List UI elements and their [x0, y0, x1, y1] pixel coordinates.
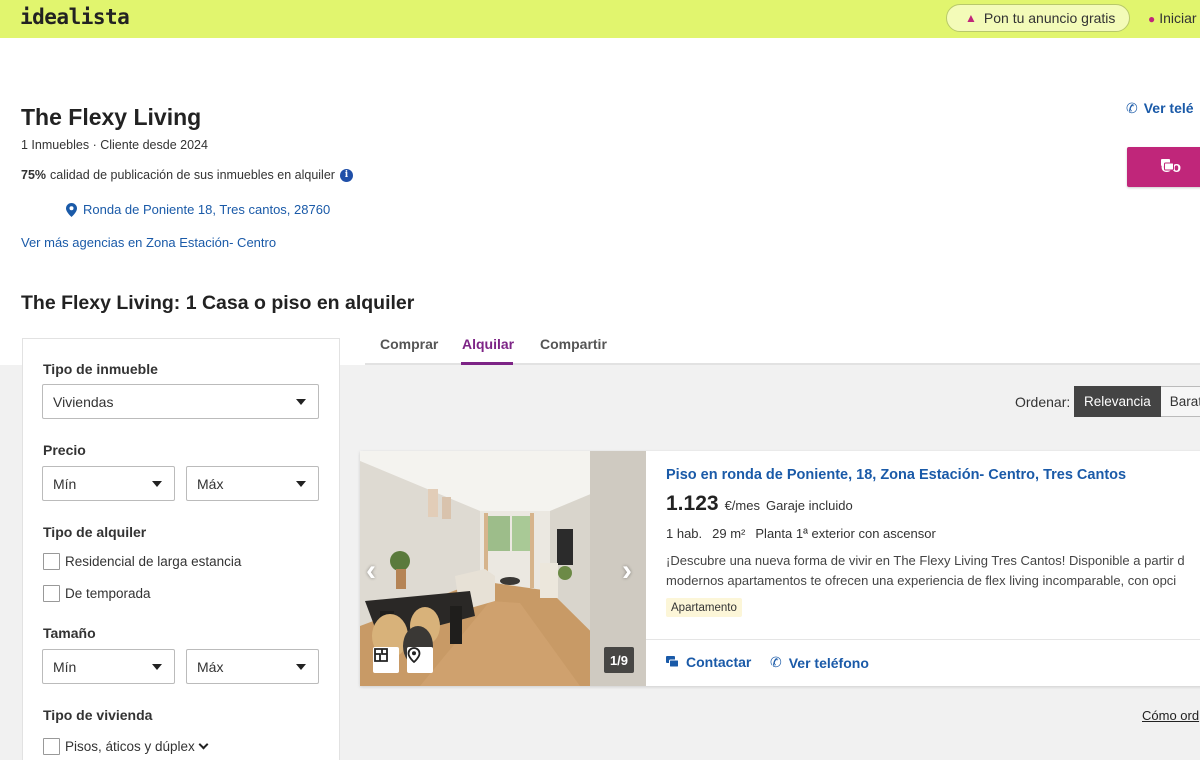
rental-option-long-stay[interactable]: Residencial de larga estancia — [43, 553, 241, 570]
price-max-value: Máx — [197, 475, 224, 492]
detail-floor: Planta 1ª exterior con ascensor — [755, 526, 936, 541]
property-type-tag: Apartamento — [666, 598, 742, 617]
checkbox[interactable] — [43, 738, 60, 755]
property-type-value: Viviendas — [53, 393, 114, 410]
agency-address-link[interactable]: Ronda de Poniente 18, Tres cantos, 28760 — [66, 202, 330, 217]
operation-tabs: Comprar Alquilar Compartir — [365, 330, 1200, 365]
agency-address: Ronda de Poniente 18, Tres cantos, 28760 — [83, 202, 331, 217]
caret-down-icon — [296, 664, 306, 670]
caret-down-icon — [152, 481, 162, 487]
caret-down-icon — [296, 481, 306, 487]
info-icon[interactable]: i — [339, 168, 353, 182]
size-max-select[interactable]: Máx — [186, 649, 319, 684]
checkbox[interactable] — [43, 585, 60, 602]
caret-down-icon — [152, 664, 162, 670]
login-button[interactable]: ● Iniciar — [1148, 10, 1197, 26]
agency-phone-label: Ver telé — [1143, 100, 1194, 116]
sort-label: Ordenar: — [1015, 394, 1071, 410]
photo-counter: 1/9 — [604, 647, 634, 673]
next-photo-button[interactable]: › — [622, 554, 632, 588]
agency-phone-link[interactable]: ✆ Ver telé — [1126, 100, 1194, 117]
map-pin-icon — [407, 647, 421, 663]
login-label: Iniciar — [1159, 10, 1197, 26]
listing-phone-button[interactable]: ✆ Ver teléfono — [770, 654, 869, 671]
housing-option-label: Pisos, áticos y dúplex — [65, 739, 195, 754]
description-line: ¡Descubre una nueva forma de vivir en Th… — [666, 553, 1185, 568]
user-icon: ● — [1148, 12, 1156, 26]
rental-option-label: Residencial de larga estancia — [65, 554, 242, 569]
top-bar: idealista ▲ Pon tu anuncio gratis ● Inici… — [0, 0, 1200, 38]
map-pin-icon — [66, 202, 77, 217]
price-max-select[interactable]: Máx — [186, 466, 319, 501]
listing-phone-label: Ver teléfono — [788, 654, 869, 671]
chat-icon — [1161, 159, 1174, 171]
chat-icon — [666, 655, 679, 669]
phone-icon: ✆ — [770, 654, 782, 670]
filters-sidebar: Tipo de inmueble Viviendas Precio Mín Má… — [22, 338, 340, 760]
active-tab-indicator — [461, 362, 513, 365]
property-type-label: Tipo de inmueble — [43, 361, 158, 377]
tab-alquilar[interactable]: Alquilar — [462, 336, 514, 352]
rental-type-label: Tipo de alquiler — [43, 524, 147, 540]
listing-contact-label: Contactar — [686, 654, 752, 670]
phone-icon: ✆ — [1126, 100, 1138, 116]
property-type-select[interactable]: Viviendas — [42, 384, 319, 419]
listing-description: ¡Descubre una nueva forma de vivir en Th… — [666, 551, 1200, 591]
sort-relevance-button[interactable]: Relevancia — [1074, 386, 1161, 417]
publish-ad-button[interactable]: ▲ Pon tu anuncio gratis — [946, 4, 1130, 32]
publish-ad-label: Pon tu anuncio gratis — [983, 10, 1116, 26]
price-min-select[interactable]: Mín — [42, 466, 175, 501]
agency-contact-button[interactable]: Co — [1127, 147, 1200, 187]
sorting-info-link[interactable]: Cómo ord — [1142, 708, 1199, 723]
agency-meta: 1 Inmuebles · Cliente desde 2024 — [21, 138, 208, 152]
idealista-logo[interactable]: idealista — [20, 5, 130, 29]
quality-percent: 75% — [21, 168, 47, 182]
listing-title-link[interactable]: Piso en ronda de Poniente, 18, Zona Esta… — [666, 467, 1126, 483]
rental-option-label: De temporada — [65, 586, 151, 601]
rental-option-temporary[interactable]: De temporada — [43, 585, 151, 602]
section-title: The Flexy Living: 1 Casa o piso en alqui… — [21, 292, 415, 314]
price-unit: €/mes — [724, 498, 760, 513]
price-extra: Garaje incluido — [765, 498, 853, 513]
more-agencies-link[interactable]: Ver más agencias en Zona Estación- Centr… — [21, 235, 276, 250]
detail-size: 29 m² — [712, 526, 746, 541]
floor-plan-icon — [374, 648, 388, 662]
listing-contact-button[interactable]: Contactar — [666, 654, 751, 670]
card-divider — [646, 639, 1200, 640]
size-label: Tamaño — [43, 625, 96, 641]
size-min-select[interactable]: Mín — [42, 649, 175, 684]
agency-name: The Flexy Living — [21, 104, 202, 130]
checkbox[interactable] — [43, 553, 60, 570]
housing-type-label: Tipo de vivienda — [43, 707, 153, 723]
quality-text: calidad de publicación de sus inmuebles … — [50, 168, 335, 182]
megaphone-icon: ▲ — [965, 11, 977, 25]
size-max-value: Máx — [197, 658, 224, 675]
caret-down-icon — [296, 399, 306, 405]
listing-card[interactable]: ‹ › 1/9 Piso en ronda de Poniente, 18, Z… — [360, 451, 1200, 686]
listing-photo[interactable]: ‹ › 1/9 — [360, 451, 646, 686]
price-label: Precio — [43, 442, 86, 458]
sort-options: Relevancia Barato — [1074, 386, 1200, 417]
chevron-down-icon[interactable] — [198, 739, 209, 750]
tab-compartir[interactable]: Compartir — [540, 336, 607, 352]
price-row: 1.123 €/mes Garaje incluido — [666, 492, 853, 516]
tab-comprar[interactable]: Comprar — [380, 336, 438, 352]
description-line: modernos apartamentos te ofrecen una exp… — [666, 573, 1177, 588]
price-min-value: Mín — [53, 475, 77, 492]
previous-photo-button[interactable]: ‹ — [366, 554, 376, 588]
listing-details: 1 hab. 29 m² Planta 1ª exterior con ascens… — [666, 526, 946, 541]
sort-cheapest-button[interactable]: Barato — [1160, 386, 1200, 417]
listing-price: 1.123 — [666, 492, 719, 515]
size-min-value: Mín — [53, 658, 77, 675]
detail-rooms: 1 hab. — [666, 526, 703, 541]
quality-info: 75% calidad de publicación de sus inmueb… — [21, 168, 353, 182]
floor-plan-button[interactable] — [373, 647, 399, 673]
map-location-button[interactable] — [407, 647, 433, 673]
housing-option-flats[interactable]: Pisos, áticos y dúplex — [43, 738, 209, 755]
